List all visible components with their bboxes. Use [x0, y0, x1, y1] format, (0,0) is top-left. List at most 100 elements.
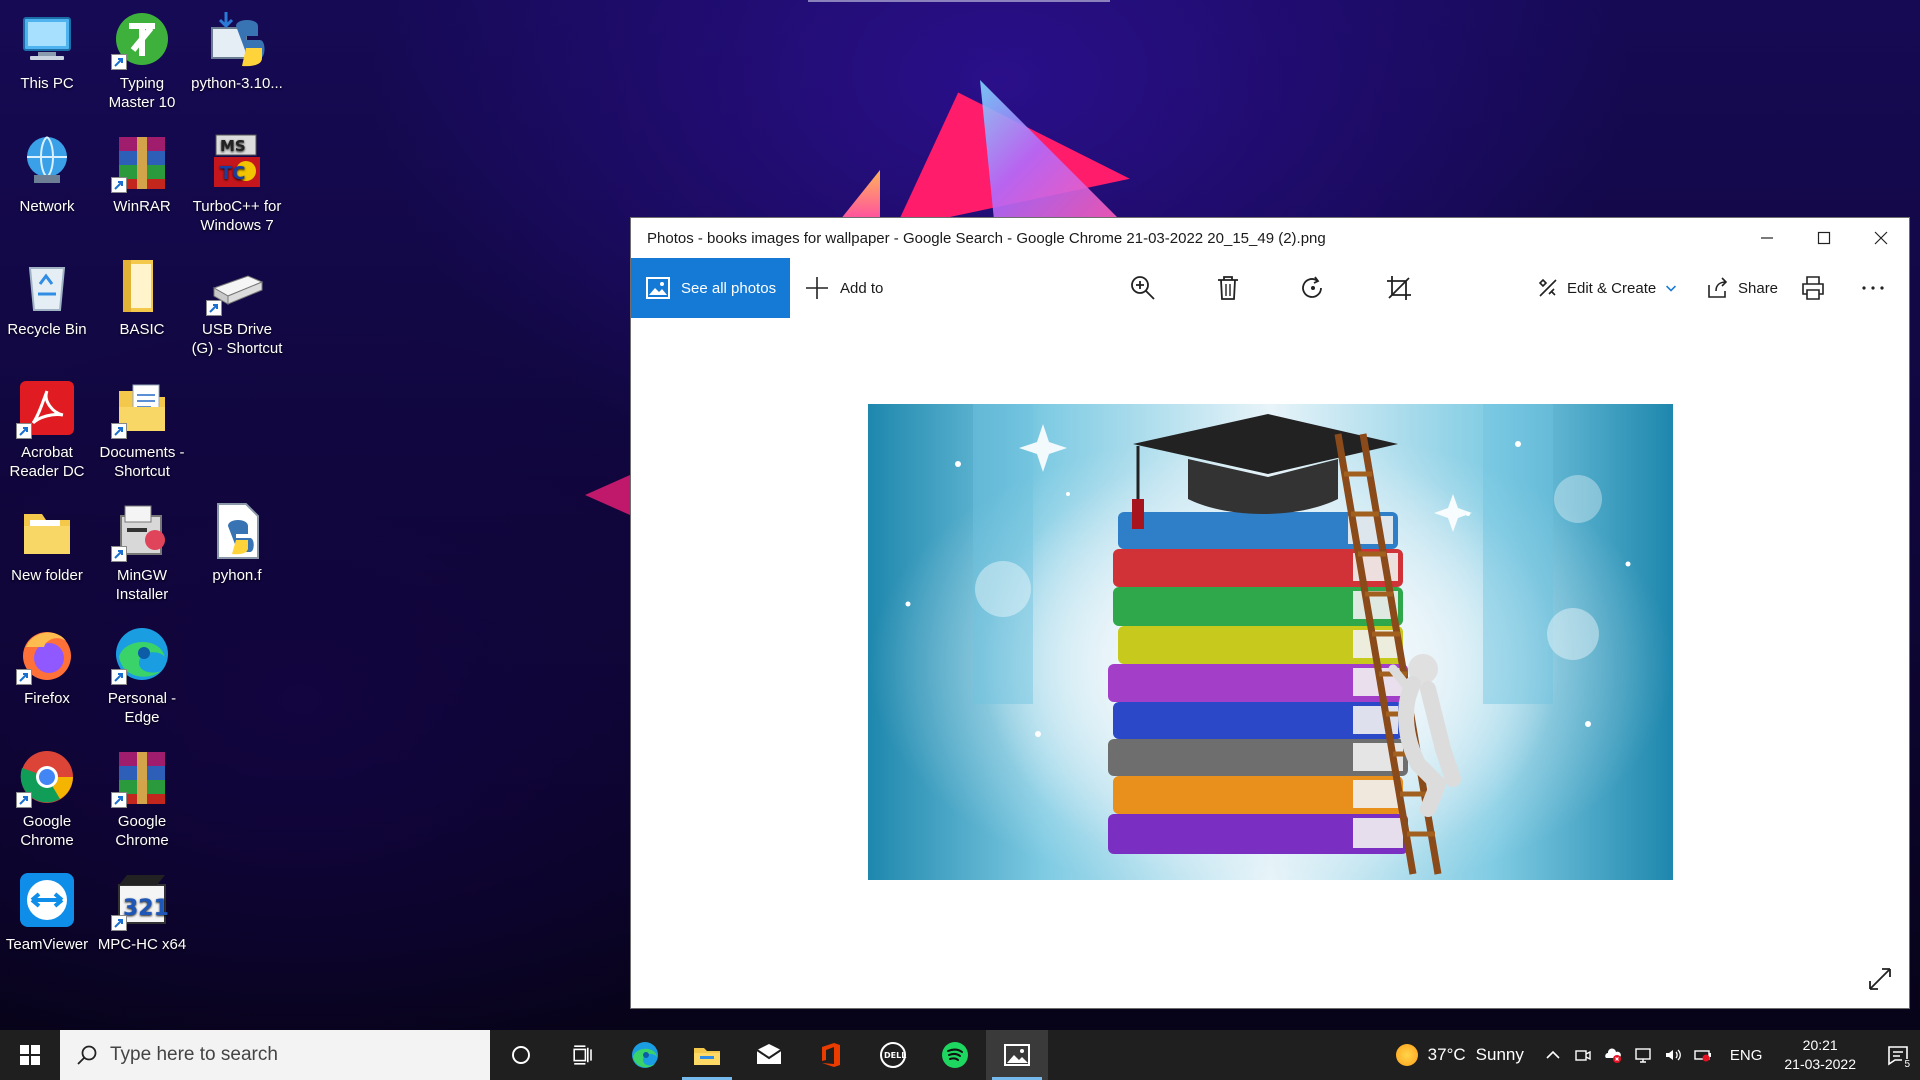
desktop-icon-documents[interactable]: Documents - Shortcut: [95, 369, 189, 489]
edit-create-button[interactable]: Edit & Create: [1537, 258, 1678, 318]
spotify-icon: [942, 1042, 968, 1068]
battery-icon: [1694, 1050, 1711, 1062]
desktop-icon-mpc-hc[interactable]: 321 MPC-HC x64: [95, 861, 189, 981]
taskbar-file-explorer[interactable]: [676, 1030, 738, 1080]
input-language[interactable]: ENG: [1730, 1047, 1763, 1064]
taskbar-photos[interactable]: [986, 1030, 1048, 1080]
mpc-hc-icon: 321: [111, 869, 173, 931]
trash-icon: [1218, 276, 1238, 300]
delete-button[interactable]: [1212, 272, 1244, 304]
system-tray: 37°C Sunny ENG 20:21 21-03-2022 5: [1395, 1030, 1920, 1080]
recycle-bin-icon: [16, 254, 78, 316]
taskbar-office[interactable]: [800, 1030, 862, 1080]
desktop-icon-label: Recycle Bin: [7, 321, 87, 338]
full-screen-button[interactable]: [1867, 966, 1895, 994]
desktop-icon-mingw[interactable]: MinGW Installer: [95, 492, 189, 612]
print-button[interactable]: [1797, 272, 1829, 304]
start-button[interactable]: [0, 1030, 60, 1080]
desktop-icon-usb-drive[interactable]: USB Drive (G) - Shortcut: [190, 246, 284, 366]
displayed-photo[interactable]: [868, 404, 1673, 880]
taskbar-dell[interactable]: DELL: [862, 1030, 924, 1080]
clock-date: 21-03-2022: [1784, 1056, 1856, 1072]
desktop-icon-this-pc[interactable]: This PC: [0, 0, 94, 120]
title-bar[interactable]: Photos - books images for wallpaper - Go…: [631, 218, 1909, 258]
action-center-button[interactable]: 5: [1876, 1030, 1920, 1080]
task-view-icon: [573, 1045, 592, 1065]
add-to-button[interactable]: Add to: [790, 275, 883, 301]
desktop-icon-typing-master[interactable]: Typing Master 10: [95, 0, 189, 120]
task-view-button[interactable]: [552, 1030, 614, 1080]
winrar-icon: [111, 746, 173, 808]
clock[interactable]: 20:21 21-03-2022: [1784, 1036, 1856, 1074]
desktop-icon-firefox[interactable]: Firefox: [0, 615, 94, 735]
svg-text:321: 321: [123, 896, 169, 921]
minimize-icon: [1760, 237, 1773, 239]
search-placeholder: Type here to search: [110, 1044, 278, 1065]
desktop-icon-teamviewer[interactable]: TeamViewer: [0, 861, 94, 981]
maximize-icon: [1817, 231, 1830, 245]
crop-button[interactable]: [1383, 272, 1415, 304]
svg-text:DELL: DELL: [884, 1051, 906, 1060]
desktop-icon-python-installer[interactable]: python-3.10...: [190, 0, 284, 120]
close-button[interactable]: [1852, 218, 1909, 258]
desktop-icon-label: Typing Master 10: [108, 75, 176, 111]
turbo-cpp-icon: MS TC: [206, 131, 268, 193]
weather-description: Sunny: [1475, 1045, 1524, 1064]
desktop-icon-personal-edge[interactable]: Personal - Edge: [95, 615, 189, 735]
search-icon: [77, 1045, 97, 1065]
network-status-icon: [1635, 1048, 1651, 1063]
maximize-button[interactable]: [1795, 218, 1852, 258]
desktop-icon-turbo-cpp[interactable]: MS TC TurboC++ for Windows 7: [190, 123, 284, 243]
zoom-button[interactable]: [1127, 272, 1159, 304]
add-to-label: Add to: [840, 279, 884, 297]
desktop-icon-recycle-bin[interactable]: Recycle Bin: [0, 246, 94, 366]
chevron-down-icon: [1666, 285, 1677, 292]
desktop-icon-label: BASIC: [119, 321, 165, 338]
firefox-icon: [16, 623, 78, 685]
desktop-icon-google-chrome-2[interactable]: Google Chrome: [95, 738, 189, 858]
desktop-icon-winrar[interactable]: WinRAR: [95, 123, 189, 243]
rotate-button[interactable]: [1297, 272, 1329, 304]
taskbar: Type here to search DELL 37°C Sunny ENG …: [0, 1030, 1920, 1080]
cortana-button[interactable]: [490, 1030, 552, 1080]
see-all-photos-button[interactable]: See all photos: [631, 258, 790, 318]
books-ladder-illustration: [868, 404, 1673, 880]
share-button[interactable]: Share: [1706, 258, 1778, 318]
meet-now-button[interactable]: [1568, 1030, 1598, 1080]
network-status-button[interactable]: [1628, 1030, 1658, 1080]
desktop-icon-new-folder[interactable]: New folder: [0, 492, 94, 612]
taskbar-spotify[interactable]: [924, 1030, 986, 1080]
python-file-icon: [206, 500, 268, 562]
desktop-icon-acrobat[interactable]: Acrobat Reader DC: [0, 369, 94, 489]
desktop-icon-label: USB Drive (G) - Shortcut: [191, 321, 283, 357]
minimize-button[interactable]: [1738, 218, 1795, 258]
taskbar-edge[interactable]: [614, 1030, 676, 1080]
photos-icon: [1004, 1044, 1030, 1066]
show-hidden-icons-button[interactable]: [1538, 1030, 1568, 1080]
taskbar-mail[interactable]: [738, 1030, 800, 1080]
desktop-icon-label: WinRAR: [113, 198, 171, 215]
desktop-icon-python-file[interactable]: pyhon.f: [190, 492, 284, 612]
chrome-icon: [16, 746, 78, 808]
volume-button[interactable]: [1658, 1030, 1688, 1080]
weather-widget[interactable]: 37°C Sunny: [1395, 1044, 1524, 1066]
expand-icon: [1869, 968, 1891, 990]
edit-create-label: Edit & Create: [1567, 279, 1657, 297]
wallpaper-triangle-left: [585, 475, 630, 515]
teamviewer-icon: [16, 869, 78, 931]
more-icon: [1862, 286, 1884, 290]
taskbar-search-box[interactable]: Type here to search: [60, 1030, 490, 1080]
dell-icon: DELL: [880, 1042, 906, 1068]
desktop-icon-label: New folder: [11, 567, 83, 584]
desktop-icon-network[interactable]: Network: [0, 123, 94, 243]
rotate-icon: [1302, 276, 1322, 298]
battery-button[interactable]: [1688, 1030, 1718, 1080]
desktop-icon-basic[interactable]: BASIC: [95, 246, 189, 366]
desktop-icon-label: Documents - Shortcut: [99, 444, 185, 480]
usb-drive-icon: [206, 254, 268, 316]
more-options-button[interactable]: [1857, 272, 1889, 304]
photos-app-window: Photos - books images for wallpaper - Go…: [630, 217, 1910, 1009]
svg-text:MS: MS: [220, 137, 246, 155]
onedrive-button[interactable]: [1598, 1030, 1628, 1080]
desktop-icon-google-chrome[interactable]: Google Chrome: [0, 738, 94, 858]
